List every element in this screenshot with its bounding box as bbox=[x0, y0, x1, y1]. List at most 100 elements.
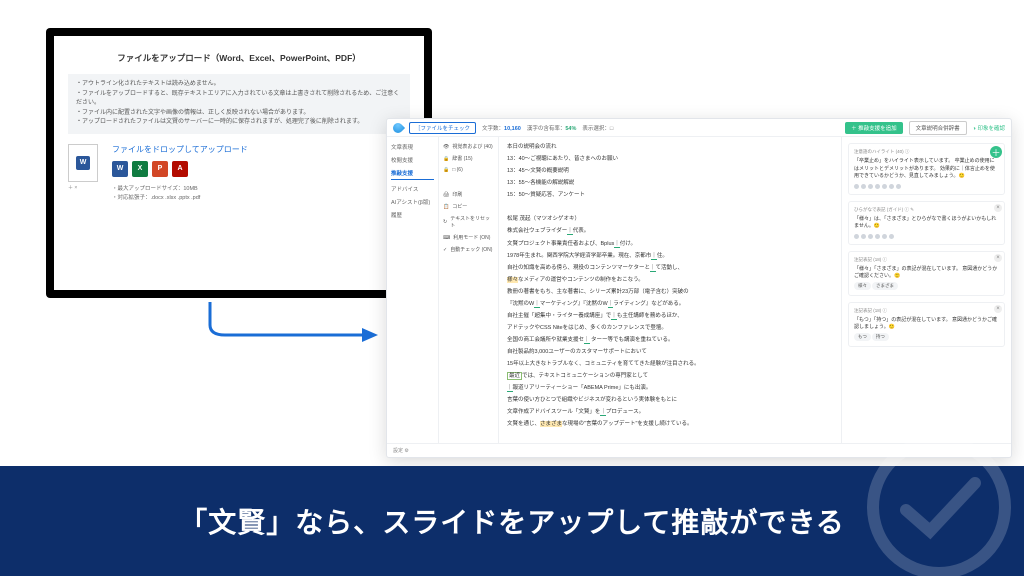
suggestion-dots bbox=[854, 234, 999, 239]
copy-icon: 📋 bbox=[443, 204, 449, 210]
upload-note: ・アップロードされたファイルは文賢のサーバーに一時的に保存されますが、処理完了後… bbox=[76, 118, 402, 128]
content-line: 松尾 茂起（マツオシゲオキ） bbox=[507, 215, 833, 224]
suggestion-head: 注記表記 (18) ⓘ bbox=[854, 257, 999, 263]
close-icon[interactable]: × bbox=[994, 254, 1002, 262]
content-line: 13：55〜各機能の解説解説 bbox=[507, 179, 833, 188]
suggestion-tag[interactable]: さまざま bbox=[872, 282, 898, 290]
suggestion-card[interactable]: 注意語のハイライト (40) ⓘ 「卒業止め」をハイライト表示しています。 卒業止… bbox=[848, 143, 1005, 195]
logo-icon bbox=[391, 120, 405, 134]
content-line: 1978年生まれ。関西学院大学経済学部卒業。現在、京都市｜住。 bbox=[507, 252, 833, 261]
sidebar-item-history[interactable]: 履歴 bbox=[391, 211, 434, 219]
content-line: 13：40〜ご視聴にあたり、皆さまへのお願い bbox=[507, 155, 833, 164]
content-line: 言葉の使い方ひとつで組織やビジネスが変わるという実体験をもとに bbox=[507, 396, 833, 405]
suggestion-head: 注意語のハイライト (40) ⓘ bbox=[854, 149, 999, 155]
lock-icon: 🔒 bbox=[443, 156, 449, 162]
sideb-copy[interactable]: 📋コピー bbox=[443, 203, 494, 210]
sideb-reset[interactable]: ↻テキストをリセット bbox=[443, 215, 494, 229]
content-line: 様々なメディアの運営やコンテンツの制作をおこなう。 bbox=[507, 276, 833, 285]
sidebar-item-expression[interactable]: 文章表現 bbox=[391, 143, 434, 151]
word-thumb[interactable]: W bbox=[68, 144, 98, 182]
upload-title: ファイルをアップロード（Word、Excel、PowerPoint、PDF） bbox=[68, 46, 410, 74]
keyboard-icon: ⌨ bbox=[443, 235, 450, 241]
sideb-autocheck[interactable]: ✓自動チェック (ON) bbox=[443, 246, 494, 253]
upload-thumb-col: W ＋ × bbox=[68, 144, 98, 203]
char-count: 文字数：10,160 bbox=[482, 124, 521, 132]
sideb-mode[interactable]: ⌨利用モード (ON) bbox=[443, 234, 494, 241]
file-check-tab[interactable]: ［ファイルをチェック bbox=[409, 122, 476, 134]
content-line: 13：45〜文賢の概要説明 bbox=[507, 167, 833, 176]
content-line: ｜報道リアリーティーショー「ABEMA Prime」にも出演。 bbox=[507, 384, 833, 393]
sideb-visual[interactable]: 👁視覚表および (40) bbox=[443, 143, 494, 150]
content-line: アドテックやCSS Niteをはじめ、多くのカンファレンスで登壇。 bbox=[507, 324, 833, 333]
filetype-row: W X P A bbox=[112, 161, 248, 177]
suggestion-body: 「様々」「さまざま」の表記が混在しています。 意図通かどうかご確認ください。🙂 bbox=[854, 266, 999, 281]
suggestion-tag[interactable]: 様々 bbox=[854, 282, 871, 290]
suggestion-tag[interactable]: もつ bbox=[854, 333, 871, 341]
sidebar-item-proofread[interactable]: 校閲支援 bbox=[391, 156, 434, 164]
content-line: 文章作成アドバイスツール「文賢」を｜プロデュース。 bbox=[507, 408, 833, 417]
reset-icon: ↻ bbox=[443, 219, 447, 225]
editor-toolbar: ［ファイルをチェック 文字数：10,160 漢字の含有率：54% 表示選択：□ … bbox=[387, 119, 1011, 137]
suggestion-card[interactable]: ひらがなで表記 (ガイド) ⓘ ✎ 「様々」は、「さまざま」とひらがなで書くほうが… bbox=[848, 201, 1005, 245]
sideb-misc[interactable]: 🔒□ (6) bbox=[443, 167, 494, 173]
suggestion-panel: 注意語のハイライト (40) ⓘ 「卒業止め」をハイライト表示しています。 卒業止… bbox=[841, 137, 1011, 443]
editor-window: ［ファイルをチェック 文字数：10,160 漢字の含有率：54% 表示選択：□ … bbox=[386, 118, 1012, 458]
eye-icon: 👁 bbox=[443, 144, 449, 150]
pdf-icon: A bbox=[172, 161, 188, 177]
upload-panel: ファイルをアップロード（Word、Excel、PowerPoint、PDF） ・… bbox=[54, 36, 424, 290]
add-icon[interactable]: ＋ bbox=[990, 146, 1002, 158]
content-line: 自社主催「超集中・ライター養成講座」で｜も主任講師を務めるほか、 bbox=[507, 312, 833, 321]
suggestion-head: 注記表記 (18) ⓘ bbox=[854, 308, 999, 314]
editor-content[interactable]: 本日の説明会の流れ 13：40〜ご視聴にあたり、皆さまへのお願い 13：45〜文賢の… bbox=[499, 137, 841, 443]
close-icon[interactable]: × bbox=[994, 305, 1002, 313]
content-line: 本日の説明会の流れ bbox=[507, 143, 833, 152]
caption-text: 「文賢」なら、スライドをアップして推敲ができる bbox=[179, 501, 845, 541]
content-line: 文賢プロジェクト事業責任者および、Bplus｜付け。 bbox=[507, 240, 833, 249]
content-line: 教冊の著書をもち、主な著書に、シリーズ累計23万部（電子含む）突破の bbox=[507, 288, 833, 297]
dictionary-button[interactable]: 文章説明合併辞書 bbox=[909, 121, 967, 135]
sideb-print[interactable]: 🖨印刷 bbox=[443, 191, 494, 198]
close-icon[interactable]: × bbox=[994, 204, 1002, 212]
upload-window: ファイルをアップロード（Word、Excel、PowerPoint、PDF） ・… bbox=[46, 28, 432, 298]
suggestion-tag[interactable]: 持つ bbox=[872, 333, 889, 341]
sideb-dict[interactable]: 🔒辞書 (15) bbox=[443, 155, 494, 162]
suggestion-head: ひらがなで表記 (ガイド) ⓘ ✎ bbox=[854, 207, 999, 213]
suggestion-body: 「様々」は、「さまざま」とひらがなで書くほうがよいかもしれません。🙂 bbox=[854, 216, 999, 231]
content-line: 自社製品約3,000ユーザーのカスタマーサポートにおいて bbox=[507, 348, 833, 357]
upload-note: ・ファイル内に配置された文字や画像の情報は、正しく反映されない場合があります。 bbox=[76, 109, 402, 119]
upload-notes: ・アウトライン化されたテキストは読み込めません。 ・ファイルをアップロードすると… bbox=[68, 74, 410, 134]
content-line: 文賢を通じ、さまざまな現場の"言葉のアップデート"を支援し続けている。 bbox=[507, 420, 833, 429]
upload-ext: ・対応拡張子：.docx .xlsx .pptx .pdf bbox=[112, 194, 248, 203]
suggestion-card[interactable]: 注記表記 (18) ⓘ 「もつ」「持つ」の表記が混在しています。 意図通かどうかご… bbox=[848, 302, 1005, 347]
suggestion-body: 「卒業止め」をハイライト表示しています。 卒業止めの使用にはメリットとデメリット… bbox=[854, 158, 999, 181]
thumb-add[interactable]: ＋ × bbox=[68, 184, 98, 191]
watermark-icon bbox=[864, 432, 1014, 582]
upload-note: ・アウトライン化されたテキストは読み込めません。 bbox=[76, 80, 402, 90]
drop-label: ファイルをドロップしてアップロード bbox=[112, 144, 248, 155]
add-suggestion-button[interactable]: ＋ 推敲支援を追加 bbox=[845, 122, 903, 134]
content-line: 自社の知識を高める傍ら、現役のコンテンツマーケターと｜て活動し、 bbox=[507, 264, 833, 273]
sidebar-secondary: 👁視覚表および (40) 🔒辞書 (15) 🔒□ (6) 🖨印刷 📋コピー ↻テ… bbox=[439, 137, 499, 443]
sidebar-item-ai[interactable]: AIアシスト(β版) bbox=[391, 198, 434, 206]
sidebar-item-revise[interactable]: 推敲支援 bbox=[391, 169, 434, 180]
powerpoint-icon: P bbox=[152, 161, 168, 177]
suggestion-card[interactable]: 注記表記 (18) ⓘ 「様々」「さまざま」の表記が混在しています。 意図通かどう… bbox=[848, 251, 1005, 296]
content-line: 株式会社ウェブライダー｜代表。 bbox=[507, 227, 833, 236]
content-line: 『沈黙のW｜マーケティング』『沈黙のW｜ライティング』などがある。 bbox=[507, 300, 833, 309]
impression-button[interactable]: ◑ 印象を確認 bbox=[973, 124, 1005, 132]
lock-icon: 🔒 bbox=[443, 167, 449, 173]
display-select[interactable]: 表示選択：□ bbox=[582, 124, 613, 132]
sidebar-primary: 文章表現 校閲支援 推敲支援 アドバイス AIアシスト(β版) 履歴 bbox=[387, 137, 439, 443]
content-line: 15年以上大きなトラブルなく、コミュニティを育ててきた経験が注目される。 bbox=[507, 360, 833, 369]
print-icon: 🖨 bbox=[443, 192, 449, 198]
arrow-icon bbox=[200, 300, 380, 350]
content-line: 15：50〜質疑応答、アンケート bbox=[507, 191, 833, 200]
drop-zone[interactable]: ファイルをドロップしてアップロード W X P A ・最大アップロードサイズ：1… bbox=[112, 144, 248, 203]
suggestion-dots bbox=[854, 184, 999, 189]
check-icon: ✓ bbox=[443, 247, 447, 253]
upload-note: ・ファイルをアップロードすると、既存テキストエリアに入力されている文章は上書きさ… bbox=[76, 90, 402, 109]
sidebar-item-advice[interactable]: アドバイス bbox=[391, 185, 434, 193]
caption-band: 「文賢」なら、スライドをアップして推敲ができる bbox=[0, 466, 1024, 576]
content-line: 最近では、テキストコミュニケーションの専門家として bbox=[507, 372, 833, 381]
suggestion-body: 「もつ」「持つ」の表記が混在しています。 意図通かどうかご確認しましょう。🙂 bbox=[854, 317, 999, 332]
